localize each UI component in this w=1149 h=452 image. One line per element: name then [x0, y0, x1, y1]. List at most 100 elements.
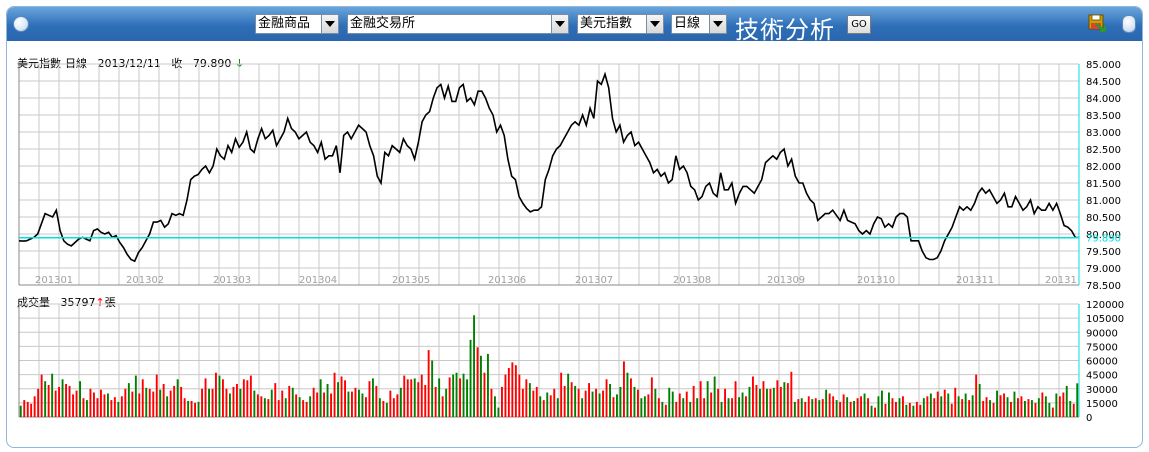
- volume-bar: [619, 386, 622, 417]
- price-tick-label: 85.000: [1086, 60, 1121, 71]
- volume-bar: [403, 375, 406, 417]
- volume-tick-label: 105000: [1086, 314, 1124, 325]
- volume-bar: [103, 394, 106, 417]
- price-tick-label: 82.500: [1086, 145, 1121, 156]
- volume-bar: [821, 399, 824, 417]
- volume-bar: [385, 402, 388, 417]
- volume-bar: [277, 400, 280, 417]
- volume-bar: [89, 388, 92, 418]
- price-tick-label: 80.500: [1086, 213, 1121, 224]
- volume-bar: [657, 398, 660, 417]
- volume-tick-label: 45000: [1086, 371, 1118, 382]
- volume-bar: [1076, 383, 1079, 417]
- volume-bar: [874, 407, 876, 417]
- volume-bar: [194, 402, 196, 417]
- volume-bar: [640, 398, 643, 417]
- volume-bar: [176, 379, 179, 417]
- volume-bar: [281, 390, 284, 417]
- volume-bar: [699, 381, 702, 417]
- volume-bar: [291, 387, 294, 417]
- volume-bar: [1020, 396, 1023, 417]
- volume-bar: [790, 371, 793, 417]
- volume-bar: [1003, 393, 1005, 417]
- volume-bar: [452, 374, 455, 417]
- volume-bar: [420, 374, 423, 417]
- volume-bar: [1006, 397, 1009, 417]
- volume-bar: [922, 398, 925, 417]
- volume-bar: [929, 393, 932, 417]
- volume-bar: [138, 393, 141, 417]
- volume-tick-label: 0: [1086, 413, 1092, 424]
- volume-bar: [643, 396, 646, 417]
- volume-bar: [623, 361, 625, 417]
- volume-bar: [950, 403, 953, 417]
- volume-bar: [706, 381, 709, 417]
- volume-bar: [93, 392, 95, 417]
- volume-bar: [183, 398, 186, 417]
- volume-bar: [616, 394, 618, 417]
- volume-bar: [148, 388, 151, 418]
- volume-bar: [1072, 403, 1075, 417]
- x-tick-label: 201307: [575, 275, 613, 286]
- volume-bar: [577, 388, 580, 418]
- volume-bar: [546, 392, 549, 417]
- volume-bar: [978, 384, 981, 417]
- volume-bar: [996, 390, 998, 417]
- volume-bar: [664, 404, 667, 417]
- volume-bar: [1024, 401, 1026, 417]
- volume-bar: [783, 382, 786, 417]
- volume-bar: [748, 386, 751, 417]
- volume-bar: [162, 384, 165, 417]
- volume-bar: [818, 400, 821, 417]
- last-price-label: 79.890: [1086, 234, 1121, 245]
- price-series-line: [18, 71, 1080, 263]
- volume-bar: [612, 397, 615, 417]
- volume-bar: [361, 393, 364, 417]
- volume-bar: [1017, 398, 1019, 417]
- volume-bar: [518, 374, 521, 417]
- volume-bar: [720, 401, 723, 417]
- price-tick-label: 79.000: [1086, 264, 1121, 275]
- volume-bar: [351, 391, 353, 417]
- volume-bar: [253, 390, 256, 417]
- volume-bar: [807, 396, 810, 417]
- volume-bar: [127, 383, 130, 417]
- volume-bar: [884, 403, 887, 417]
- volume-bar: [1010, 401, 1012, 417]
- volume-bar: [605, 379, 608, 417]
- volume-bar: [528, 383, 531, 417]
- volume-bar: [797, 399, 800, 417]
- volume-bar: [392, 398, 395, 417]
- volume-bar: [180, 386, 183, 417]
- volume-bar: [563, 385, 566, 417]
- volume-bar: [849, 401, 852, 417]
- volume-bar: [671, 391, 674, 417]
- x-tick-label: 201304: [299, 275, 337, 286]
- volume-bar: [755, 385, 758, 417]
- volume-bar: [215, 372, 217, 417]
- volume-bar: [494, 396, 496, 417]
- volume-bar: [389, 390, 392, 417]
- volume-bar: [501, 386, 503, 417]
- volume-bar: [863, 393, 866, 417]
- volume-bar: [919, 404, 922, 417]
- volume-bar: [312, 387, 315, 417]
- volume-bar: [23, 400, 26, 417]
- volume-bar: [738, 397, 740, 417]
- volume-bar: [145, 387, 148, 417]
- volume-bar: [507, 368, 510, 417]
- price-tick-label: 81.500: [1086, 179, 1121, 190]
- volume-bar: [229, 393, 231, 417]
- volume-bar: [96, 398, 99, 417]
- volume-bar: [438, 378, 441, 417]
- x-tick-label: 201303: [213, 275, 251, 286]
- volume-bar: [274, 383, 277, 417]
- volume-bar: [368, 381, 371, 417]
- volume-bar: [382, 401, 385, 417]
- volume-bar: [19, 405, 22, 417]
- grid-lines: [18, 63, 1080, 418]
- volume-bar: [476, 347, 479, 417]
- volume-bar: [633, 386, 636, 417]
- volume-bar: [769, 388, 772, 418]
- price-tick-label: 79.500: [1086, 247, 1121, 258]
